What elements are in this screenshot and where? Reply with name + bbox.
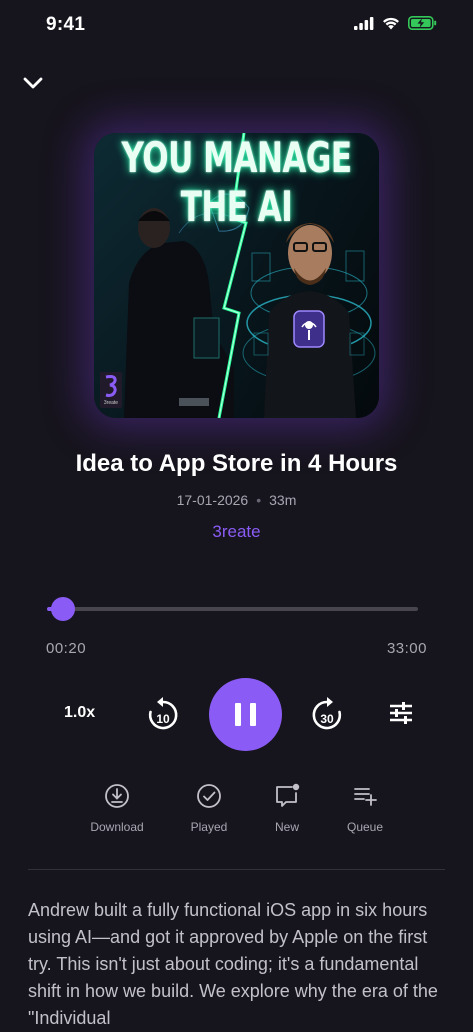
cellular-signal-icon — [354, 16, 374, 30]
queue-action[interactable]: Queue — [325, 783, 405, 834]
progress-scrubber[interactable] — [50, 597, 75, 621]
pause-icon-bar-right — [250, 703, 256, 726]
artwork-headline: YOU MANAGE THE AI — [121, 134, 352, 232]
current-time: 00:20 — [46, 640, 87, 657]
episode-duration: 33m — [269, 492, 297, 508]
rewind-seconds-label: 10 — [156, 712, 170, 726]
status-icons — [354, 16, 437, 30]
sliders-settings-icon[interactable] — [389, 702, 413, 724]
new-label: New — [274, 820, 299, 834]
battery-charging-icon — [408, 16, 437, 30]
total-time: 33:00 — [386, 640, 427, 657]
playlist-add-icon — [354, 788, 377, 806]
download-action[interactable]: Download — [77, 783, 157, 834]
meta-separator: • — [256, 492, 262, 508]
chevron-down-icon[interactable] — [20, 70, 46, 96]
new-action[interactable]: New — [247, 783, 327, 834]
pause-button[interactable] — [209, 678, 282, 751]
check-circle-icon — [197, 784, 221, 808]
played-action[interactable]: Played — [169, 783, 249, 834]
brand-logo-icon — [105, 375, 117, 397]
episode-artwork: YOU MANAGE THE AI 3reate — [94, 133, 379, 418]
forward-30-button[interactable]: 30 — [310, 696, 344, 732]
episode-description: Andrew built a fully functional iOS app … — [28, 900, 438, 1028]
playback-speed-button[interactable]: 1.0x — [64, 704, 95, 722]
played-label: Played — [190, 820, 228, 834]
download-icon — [105, 784, 129, 808]
wifi-icon — [383, 17, 399, 29]
rewind-10-button[interactable]: 10 — [146, 696, 180, 732]
status-time: 9:41 — [46, 14, 86, 35]
episode-date: 17-01-2026 — [176, 492, 249, 508]
artwork-badge-label: 3reate — [103, 400, 119, 406]
artwork-logo-badge: 3reate — [100, 372, 122, 408]
forward-seconds-label: 30 — [320, 712, 334, 726]
download-label: Download — [90, 820, 144, 834]
new-message-icon — [276, 783, 300, 807]
section-divider — [28, 869, 445, 870]
episode-title: Idea to App Store in 4 Hours — [75, 450, 398, 477]
pause-icon-bar-left — [235, 703, 241, 726]
progress-track[interactable] — [59, 607, 418, 611]
podcast-name-link[interactable]: 3reate — [0, 522, 473, 542]
queue-label: Queue — [346, 820, 384, 834]
episode-meta: 17-01-2026 • 33m — [0, 492, 473, 508]
